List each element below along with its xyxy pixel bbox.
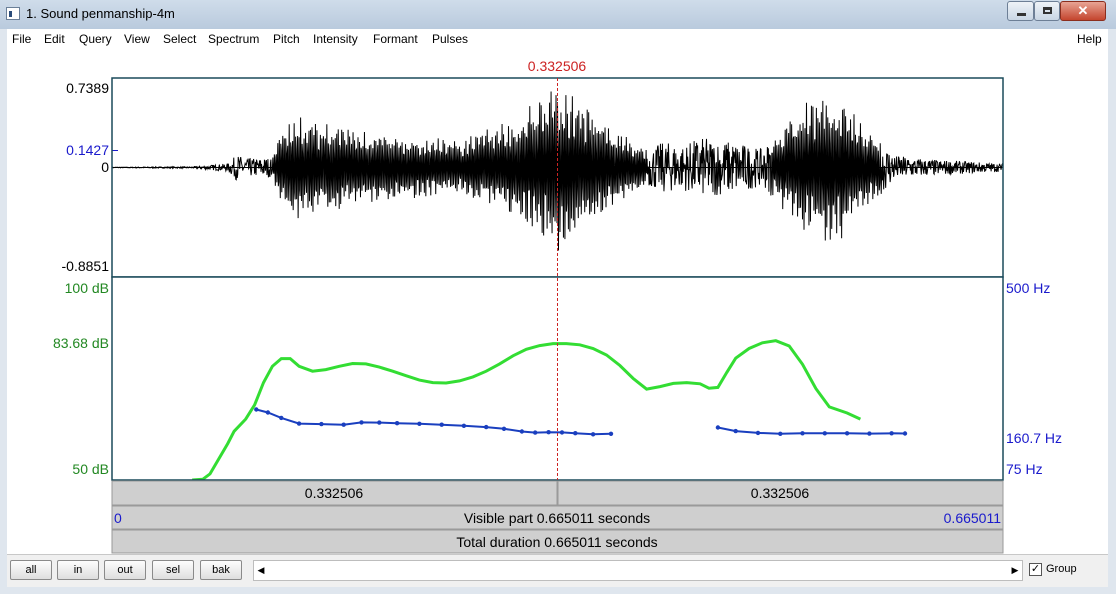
menu-file[interactable]: File xyxy=(12,32,31,46)
menu-pitch[interactable]: Pitch xyxy=(273,32,300,46)
menu-view[interactable]: View xyxy=(124,32,150,46)
zoom-sel-button[interactable]: sel xyxy=(152,560,194,580)
time-scrollbar[interactable]: ◀ ▶ xyxy=(253,560,1023,581)
zoom-all-button[interactable]: all xyxy=(10,560,52,580)
visible-part-label: Visible part 0.665011 seconds xyxy=(464,510,650,526)
zoom-back-button[interactable]: bak xyxy=(200,560,242,580)
pitch-point xyxy=(590,432,596,437)
close-button[interactable]: ✕ xyxy=(1060,1,1106,21)
window-title: 1. Sound penmanship-4m xyxy=(26,6,175,21)
pitch-point xyxy=(461,423,467,428)
visible-end-time: 0.665011 xyxy=(944,510,1002,526)
pitch-point xyxy=(573,431,578,436)
waveform-panel[interactable]: 0.7389 0.1427 0 -0.8851 xyxy=(62,77,1004,278)
cursor-time-label: 0.332506 xyxy=(528,58,587,74)
pitch-point xyxy=(359,420,364,425)
pitch-point xyxy=(417,421,422,426)
pitch-point xyxy=(559,430,565,435)
pitch-point xyxy=(867,431,872,436)
pitch-bottom-label: 75 Hz xyxy=(1006,461,1043,477)
intensity-cursor-label: 83.68 dB xyxy=(53,335,109,351)
app-icon xyxy=(6,7,20,20)
menu-query[interactable]: Query xyxy=(79,32,112,46)
menu-spectrum[interactable]: Spectrum xyxy=(208,32,259,46)
pitch-point xyxy=(715,425,721,430)
menu-bar: File Edit Query View Select Spectrum Pit… xyxy=(7,29,1108,49)
pitch-point xyxy=(844,431,850,436)
pitch-point xyxy=(394,421,400,426)
pitch-point xyxy=(501,426,507,431)
pitch-point xyxy=(778,431,783,436)
pitch-mid-label: 160.7 Hz xyxy=(1006,430,1062,446)
scroll-right-arrow-icon[interactable]: ▶ xyxy=(1008,561,1022,580)
pitch-point xyxy=(822,431,827,436)
total-duration-label: Total duration 0.665011 seconds xyxy=(456,534,657,550)
waveform-min-label: -0.8851 xyxy=(62,258,110,274)
pitch-top-label: 500 Hz xyxy=(1006,280,1050,296)
intensity-top-label: 100 dB xyxy=(65,280,109,296)
waveform-mid-label: 0.1427 xyxy=(66,142,109,158)
left-segment-duration: 0.332506 xyxy=(305,485,364,501)
right-segment-duration: 0.332506 xyxy=(751,485,810,501)
intensity-bottom-label: 50 dB xyxy=(72,461,109,477)
pitch-point xyxy=(341,422,346,427)
menu-formant[interactable]: Formant xyxy=(373,32,418,46)
pitch-point xyxy=(546,430,551,435)
time-bars: 0.332506 0.332506 0 Visible part 0.66501… xyxy=(111,480,1004,554)
pitch-point xyxy=(519,429,525,434)
pitch-point xyxy=(279,415,284,421)
pitch-point xyxy=(439,422,444,427)
group-checkbox[interactable]: ✓ xyxy=(1029,563,1042,576)
pitch-point xyxy=(319,421,324,427)
pitch-point xyxy=(733,428,738,434)
menu-edit[interactable]: Edit xyxy=(44,32,65,46)
visible-start-time: 0 xyxy=(114,510,122,526)
pitch-point xyxy=(889,431,894,436)
pitch-point xyxy=(533,430,538,435)
menu-pulses[interactable]: Pulses xyxy=(432,32,468,46)
pitch-point xyxy=(608,431,614,436)
menu-select[interactable]: Select xyxy=(163,32,196,46)
pitch-point xyxy=(254,407,259,412)
pitch-point xyxy=(755,430,761,436)
waveform-zero-label: 0 xyxy=(101,159,109,175)
zoom-in-button[interactable]: in xyxy=(57,560,99,580)
minimize-button[interactable] xyxy=(1007,1,1034,21)
pitch-point xyxy=(902,431,908,436)
group-label: Group xyxy=(1046,563,1077,575)
sound-editor-canvas[interactable]: 0.7389 0.1427 0 -0.8851 100 dB 83.68 dB … xyxy=(7,49,1108,554)
pitch-point xyxy=(800,431,805,436)
close-icon: ✕ xyxy=(1077,3,1089,18)
menu-help[interactable]: Help xyxy=(1077,32,1102,46)
pitch-point xyxy=(265,410,271,415)
zoom-out-button[interactable]: out xyxy=(104,560,146,580)
bottom-toolbar: all in out sel bak ◀ ▶ ✓ Group xyxy=(7,554,1108,587)
maximize-button[interactable] xyxy=(1034,1,1060,21)
pitch-point xyxy=(296,421,302,426)
waveform-max-label: 0.7389 xyxy=(66,80,109,96)
menu-intensity[interactable]: Intensity xyxy=(313,32,358,46)
pitch-point xyxy=(484,424,489,430)
pitch-point xyxy=(377,420,382,425)
scroll-left-arrow-icon[interactable]: ◀ xyxy=(254,561,268,580)
